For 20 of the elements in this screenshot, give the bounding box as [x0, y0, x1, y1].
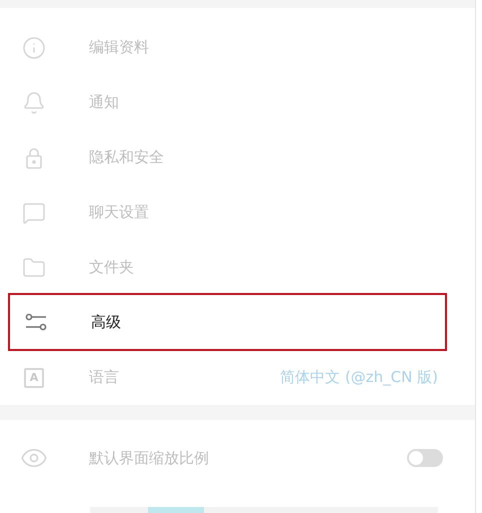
folder-icon: [22, 256, 46, 280]
menu-item[interactable]: 编辑资料: [0, 20, 475, 75]
menu-item[interactable]: 隐私和安全: [0, 130, 475, 185]
info-icon: [22, 36, 46, 60]
menu-label: 隐私和安全: [89, 148, 164, 167]
bell-icon: [22, 90, 46, 114]
scale-label: 默认界面缩放比例: [89, 448, 209, 468]
menu-label: 编辑资料: [89, 38, 149, 57]
menu-item[interactable]: 聊天设置: [0, 185, 475, 240]
menu-label: 语言: [89, 368, 119, 387]
scale-toggle[interactable]: [407, 449, 443, 467]
menu-item[interactable]: 通知: [0, 75, 475, 130]
menu-label: 高级: [91, 312, 121, 332]
chat-bubble-icon: [22, 200, 46, 224]
menu-item[interactable]: 文件夹: [0, 240, 475, 295]
menu-item[interactable]: 高级: [8, 293, 447, 351]
menu-label: 通知: [89, 93, 119, 112]
language-value: 简体中文 (@zh_CN 版): [280, 368, 438, 387]
menu-label: 文件夹: [89, 258, 134, 277]
menu-label: 聊天设置: [89, 203, 149, 222]
